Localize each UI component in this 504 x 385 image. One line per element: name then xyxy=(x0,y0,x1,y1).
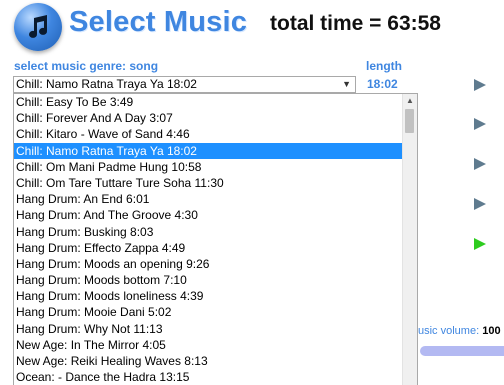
song-select-value: Chill: Namo Ratna Traya Ya 18:02 xyxy=(16,77,197,91)
list-scrollbar[interactable]: ▲ xyxy=(402,94,417,385)
song-list[interactable]: Chill: Easy To Be 3:49 Chill: Forever And… xyxy=(13,93,418,385)
list-item[interactable]: Chill: Namo Ratna Traya Ya 18:02 xyxy=(14,142,402,159)
volume-label-text: usic volume: xyxy=(418,325,480,337)
length-label: length xyxy=(366,59,402,73)
play-icon[interactable] xyxy=(474,238,486,250)
list-item[interactable]: New Age: Reiki Healing Waves 8:13 xyxy=(14,353,402,369)
play-icon[interactable] xyxy=(474,158,486,170)
play-icon[interactable] xyxy=(474,118,486,130)
music-note-icon xyxy=(14,3,62,51)
list-item[interactable]: Hang Drum: Effecto Zappa 4:49 xyxy=(14,240,402,256)
song-select[interactable]: Chill: Namo Ratna Traya Ya 18:02 ▼ xyxy=(13,76,356,93)
genre-song-label: select music genre: song xyxy=(14,59,159,73)
total-time: total time = 63:58 xyxy=(270,12,441,35)
page-title: Select Music xyxy=(69,6,248,38)
volume-value: 100 xyxy=(482,325,501,337)
list-item[interactable]: Hang Drum: Why Not 11:13 xyxy=(14,321,402,337)
list-item[interactable]: New Age: In The Mirror 4:05 xyxy=(14,337,402,353)
list-item[interactable]: Ocean: - Dance the Hadra 13:15 xyxy=(14,369,402,385)
list-item[interactable]: Chill: Forever And A Day 3:07 xyxy=(14,110,402,126)
scroll-up-icon[interactable]: ▲ xyxy=(403,94,417,108)
chevron-down-icon[interactable]: ▼ xyxy=(342,77,351,92)
list-item[interactable]: Hang Drum: Moods bottom 7:10 xyxy=(14,272,402,288)
list-item[interactable]: Chill: Om Tare Tuttare Ture Soha 11:30 xyxy=(14,175,402,191)
list-item[interactable]: Hang Drum: An End 6:01 xyxy=(14,191,402,207)
list-item[interactable]: Chill: Om Mani Padme Hung 10:58 xyxy=(14,159,402,175)
play-icon[interactable] xyxy=(474,79,486,91)
play-icon[interactable] xyxy=(474,198,486,210)
list-item[interactable]: Hang Drum: Moods loneliness 4:39 xyxy=(14,288,402,304)
list-item[interactable]: Hang Drum: Busking 8:03 xyxy=(14,224,402,240)
list-item[interactable]: Hang Drum: And The Groove 4:30 xyxy=(14,207,402,223)
volume-slider[interactable] xyxy=(420,346,504,356)
list-item[interactable]: Chill: Easy To Be 3:49 xyxy=(14,94,402,110)
list-item[interactable]: Chill: Kitaro - Wave of Sand 4:46 xyxy=(14,126,402,142)
scroll-thumb[interactable] xyxy=(405,109,414,133)
volume-label: usic volume: 100 xyxy=(418,325,501,337)
list-item[interactable]: Hang Drum: Moods an opening 9:26 xyxy=(14,256,402,272)
length-value: 18:02 xyxy=(367,77,398,91)
list-item[interactable]: Hang Drum: Mooie Dani 5:02 xyxy=(14,304,402,320)
